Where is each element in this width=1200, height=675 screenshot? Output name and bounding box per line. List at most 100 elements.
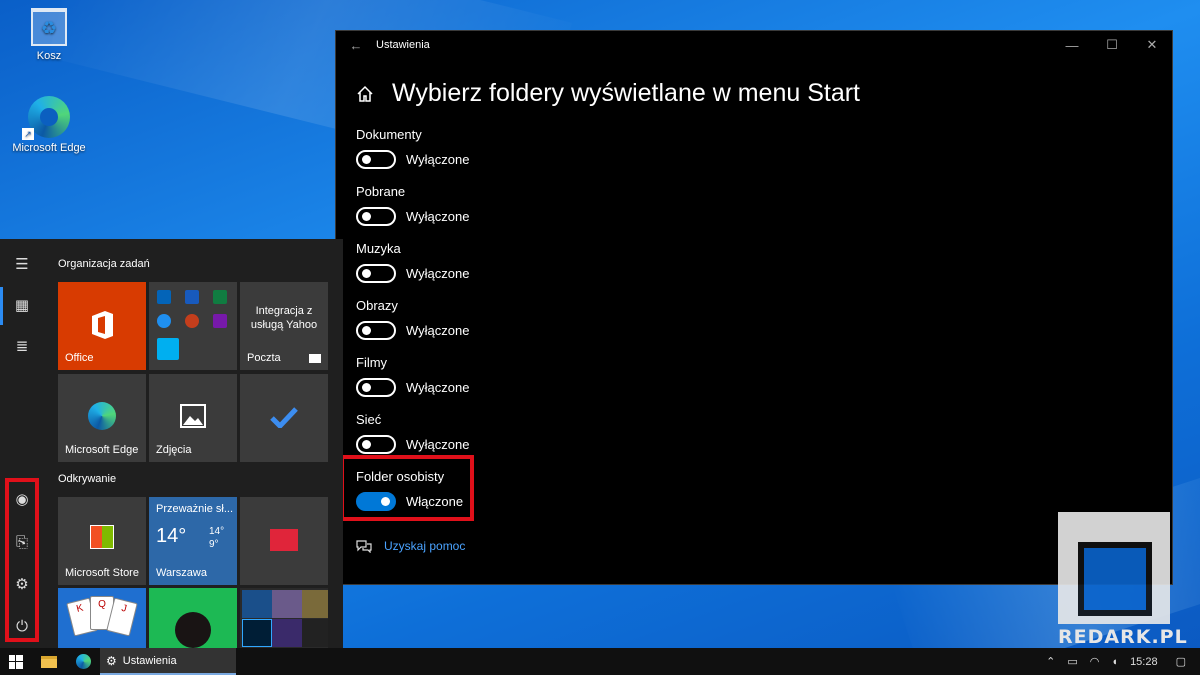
chevron-up-icon[interactable]: ⌃ — [1046, 655, 1055, 668]
volume-icon[interactable]: ◖ — [1111, 656, 1118, 668]
tile-news[interactable] — [240, 497, 328, 585]
clock[interactable]: 15:28 — [1130, 656, 1158, 668]
gear-icon: ⚙ — [106, 653, 117, 668]
setting-label: Muzyka — [356, 241, 401, 256]
setting-music: Muzyka Wyłączone — [356, 241, 469, 298]
onedrive-icon — [157, 314, 171, 328]
maximize-button[interactable]: ☐ — [1092, 37, 1132, 53]
dolby-icon — [302, 619, 328, 647]
file-explorer-button[interactable] — [32, 648, 66, 675]
toggle-music[interactable] — [356, 264, 396, 283]
toggle-state: Wyłączone — [406, 266, 470, 281]
toggle-network[interactable] — [356, 435, 396, 454]
highlight-box — [340, 455, 474, 521]
edge-icon: ↗ — [22, 96, 70, 140]
shortcut-arrow-icon: ↗ — [22, 128, 34, 140]
tile-label: Poczta — [247, 352, 281, 364]
tiles-icon[interactable]: ▦ — [12, 296, 32, 316]
home-icon[interactable] — [356, 85, 374, 103]
group-title: Odkrywanie — [58, 473, 117, 485]
toggle-state: Wyłączone — [406, 323, 470, 338]
close-button[interactable]: ✕ — [1132, 37, 1172, 53]
taskbar-app-label: Ustawienia — [122, 654, 177, 667]
folder-icon — [41, 655, 57, 668]
word-icon — [185, 290, 199, 304]
setting-label: Filmy — [356, 355, 388, 370]
weather-high-low: 14° 9° — [209, 525, 224, 551]
taskbar: ⚙ Ustawienia ⌃ ▭ ◠ ◖ 15:28 ▢ — [0, 648, 1200, 675]
checkmark-icon — [270, 407, 298, 428]
setting-pictures: Obrazy Wyłączone — [356, 298, 469, 355]
start-rail: ☰ ▦ ≣ ◉ ⎘ ⚙ ⏻ — [0, 239, 44, 648]
taskbar-app-settings[interactable]: ⚙ Ustawienia — [100, 648, 236, 675]
photoshop-icon — [242, 619, 272, 647]
minimize-button[interactable]: — — [1052, 38, 1092, 53]
desktop-icon-label: Microsoft Edge — [12, 142, 86, 154]
toggle-personal-folder[interactable] — [356, 492, 396, 511]
hamburger-icon[interactable]: ☰ — [12, 255, 32, 275]
toggle-videos[interactable] — [356, 378, 396, 397]
active-indicator — [0, 287, 3, 325]
windows-icon — [9, 654, 23, 669]
battery-icon[interactable]: ▭ — [1067, 655, 1077, 668]
desktop-icon-label: Kosz — [36, 50, 62, 62]
desktop-icon-edge[interactable]: ↗ Microsoft Edge — [9, 96, 89, 154]
toggle-downloads[interactable] — [356, 207, 396, 226]
solitaire-icon: K Q J — [58, 588, 146, 648]
desktop-icon-recycle-bin[interactable]: Kosz — [9, 8, 89, 62]
settings-list: Dokumenty Wyłączone Pobrane Wyłączone Mu… — [340, 127, 474, 526]
tile-store[interactable]: Microsoft Store — [58, 497, 146, 585]
toggle-pictures[interactable] — [356, 321, 396, 340]
settings-window: ← Ustawienia — ☐ ✕ Wybierz foldery wyświ… — [335, 30, 1173, 585]
start-menu: ☰ ▦ ≣ ◉ ⎘ ⚙ ⏻ Organizacja zadań Office I… — [0, 239, 343, 648]
tile-label: Warszawa — [156, 567, 207, 579]
outlook-icon — [157, 290, 171, 304]
tile-entertainment[interactable] — [240, 588, 328, 648]
weather-temperature: 14° — [156, 525, 187, 547]
help-link[interactable]: Uzyskaj pomoc — [356, 539, 465, 553]
setting-downloads: Pobrane Wyłączone — [356, 184, 469, 241]
setting-label: Obrazy — [356, 298, 398, 313]
highlight-box — [5, 478, 39, 642]
picsart-icon — [272, 619, 302, 647]
excel-icon — [213, 290, 227, 304]
photos-icon — [180, 404, 206, 428]
notification-icon[interactable]: ▢ — [1176, 655, 1186, 668]
help-link-label: Uzyskaj pomoc — [384, 539, 466, 553]
setting-documents: Dokumenty Wyłączone — [356, 127, 469, 184]
start-button[interactable] — [0, 648, 32, 675]
weather-low: 9° — [209, 539, 219, 550]
tile-weather[interactable]: Przeważnie sł... 14° 14° 9° Warszawa — [149, 497, 237, 585]
tile-solitaire[interactable]: K Q J — [58, 588, 146, 648]
edge-taskbar-button[interactable] — [66, 648, 100, 675]
tile-label: Zdjęcia — [156, 444, 192, 456]
prime-video-icon — [242, 590, 272, 618]
list-icon[interactable]: ≣ — [12, 337, 32, 357]
setting-personal-folder: Folder osobisty Włączone — [340, 455, 474, 526]
tile-todo[interactable] — [240, 374, 328, 462]
setting-label: Sieć — [356, 412, 382, 427]
recycle-bin-icon — [31, 8, 67, 46]
game-icon — [272, 590, 302, 618]
tile-photos[interactable]: Zdjęcia — [149, 374, 237, 462]
tile-office-apps[interactable] — [149, 282, 237, 370]
watermark-logo — [1058, 512, 1170, 624]
tile-yahoo-mail[interactable]: Integracja z usługą Yahoo Poczta — [240, 282, 328, 370]
back-arrow-icon[interactable]: ← — [336, 38, 376, 53]
toggle-state: Wyłączone — [406, 437, 470, 452]
toggle-state: Wyłączone — [406, 152, 470, 167]
group-title: Organizacja zadań — [58, 258, 150, 270]
spotify-icon — [149, 588, 237, 648]
toggle-state: Wyłączone — [406, 380, 470, 395]
tile-edge[interactable]: Microsoft Edge — [58, 374, 146, 462]
toggle-state: Wyłączone — [406, 209, 470, 224]
store-icon — [90, 525, 114, 549]
tile-label: Microsoft Edge — [65, 444, 139, 456]
office-icon — [92, 311, 113, 339]
tile-spotify[interactable] — [149, 588, 237, 648]
wifi-icon[interactable]: ◠ — [1090, 655, 1100, 668]
toggle-documents[interactable] — [356, 150, 396, 169]
tile-office[interactable]: Office — [58, 282, 146, 370]
system-tray: ⌃ ▭ ◠ ◖ 15:28 ▢ — [1040, 648, 1200, 675]
window-title: Ustawienia — [376, 39, 430, 51]
